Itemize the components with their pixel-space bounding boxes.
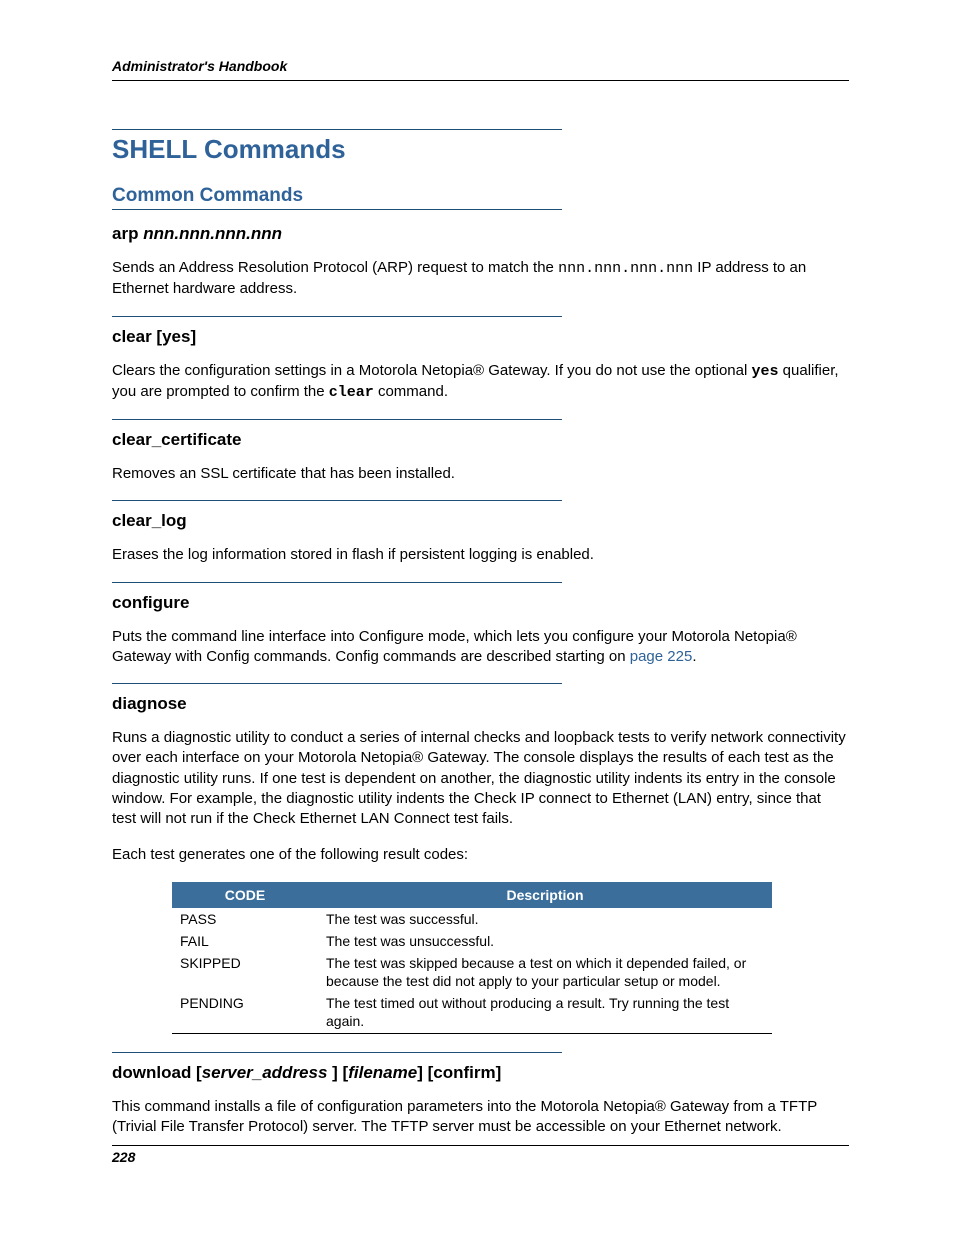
cmd-download-desc: This command installs a file of configur… <box>112 1097 849 1138</box>
result-codes-table: CODE Description PASS The test was succe… <box>172 882 772 1034</box>
cmd-configure-heading: configure <box>112 593 849 613</box>
title-top-rule <box>112 129 562 130</box>
cmd-download-heading: download [server_address ] [filename] [c… <box>112 1063 849 1083</box>
table-header-row: CODE Description <box>172 882 772 908</box>
table-cell-desc: The test was unsuccessful. <box>318 930 772 952</box>
table-header-desc: Description <box>318 882 772 908</box>
page-title: SHELL Commands <box>112 134 849 165</box>
cmd-clear-desc: Clears the configuration settings in a M… <box>112 361 849 404</box>
cmd-clearlog-desc: Erases the log information stored in fla… <box>112 545 849 565</box>
cmd-clearcert-desc: Removes an SSL certificate that has been… <box>112 464 849 484</box>
running-head: Administrator's Handbook <box>112 58 849 74</box>
subtitle-rule <box>112 209 562 210</box>
table-cell-desc: The test was skipped because a test on w… <box>318 952 772 992</box>
table-cell-code: FAIL <box>172 930 318 952</box>
page-number: 228 <box>112 1149 849 1165</box>
cmd-configure-desc: Puts the command line interface into Con… <box>112 627 849 668</box>
cmd-diagnose-desc: Runs a diagnostic utility to conduct a s… <box>112 728 849 829</box>
cmd-sep-rule <box>112 582 562 583</box>
page: Administrator's Handbook SHELL Commands … <box>0 0 954 1235</box>
cmd-download-post: ] [confirm] <box>417 1063 501 1082</box>
cmd-clearcert-heading: clear_certificate <box>112 430 849 450</box>
cmd-arp-desc: Sends an Address Resolution Protocol (AR… <box>112 258 849 300</box>
table-row: SKIPPED The test was skipped because a t… <box>172 952 772 992</box>
cmd-arp-heading: arp nnn.nnn.nnn.nnn <box>112 224 849 244</box>
table-row: FAIL The test was unsuccessful. <box>172 930 772 952</box>
table-cell-desc: The test timed out without producing a r… <box>318 992 772 1033</box>
table-row: PASS The test was successful. <box>172 908 772 930</box>
footer-rule <box>112 1145 849 1146</box>
section-subtitle: Common Commands <box>112 185 849 207</box>
cmd-download-pre: download [ <box>112 1063 202 1082</box>
cmd-sep-rule <box>112 500 562 501</box>
cmd-sep-rule <box>112 683 562 684</box>
cmd-diagnose-heading: diagnose <box>112 694 849 714</box>
cmd-download-arg1: server_address <box>202 1063 328 1082</box>
cmd-download-mid: ] [ <box>327 1063 348 1082</box>
cmd-arp-arg: nnn.nnn.nnn.nnn <box>143 224 282 243</box>
table-cell-code: PENDING <box>172 992 318 1033</box>
table-cell-code: SKIPPED <box>172 952 318 992</box>
cmd-sep-rule <box>112 419 562 420</box>
table-cell-desc: The test was successful. <box>318 908 772 930</box>
cmd-clear-yes: yes <box>751 363 778 380</box>
cmd-clear-heading: clear [yes] <box>112 327 849 347</box>
page-footer: 228 <box>112 1145 849 1165</box>
cmd-sep-rule <box>112 316 562 317</box>
cmd-clearlog-heading: clear_log <box>112 511 849 531</box>
cmd-download-arg2: filename <box>348 1063 417 1082</box>
cmd-clear-desc-pre: Clears the configuration settings in a M… <box>112 362 751 379</box>
cmd-arp-desc-mono: nnn.nnn.nnn.nnn <box>558 260 693 277</box>
cmd-arp-name: arp <box>112 224 143 243</box>
header-rule <box>112 80 849 81</box>
table-row: PENDING The test timed out without produ… <box>172 992 772 1033</box>
table-cell-code: PASS <box>172 908 318 930</box>
cmd-clear-desc-post: command. <box>374 383 448 400</box>
table-header-code: CODE <box>172 882 318 908</box>
cmd-clear-clear: clear <box>329 384 374 401</box>
cmd-arp-desc-pre: Sends an Address Resolution Protocol (AR… <box>112 259 558 276</box>
cmd-configure-link[interactable]: page 225 <box>630 648 693 665</box>
cmd-sep-rule <box>112 1052 562 1053</box>
cmd-diagnose-lead: Each test generates one of the following… <box>112 845 849 865</box>
cmd-configure-desc-post: . <box>692 648 696 665</box>
